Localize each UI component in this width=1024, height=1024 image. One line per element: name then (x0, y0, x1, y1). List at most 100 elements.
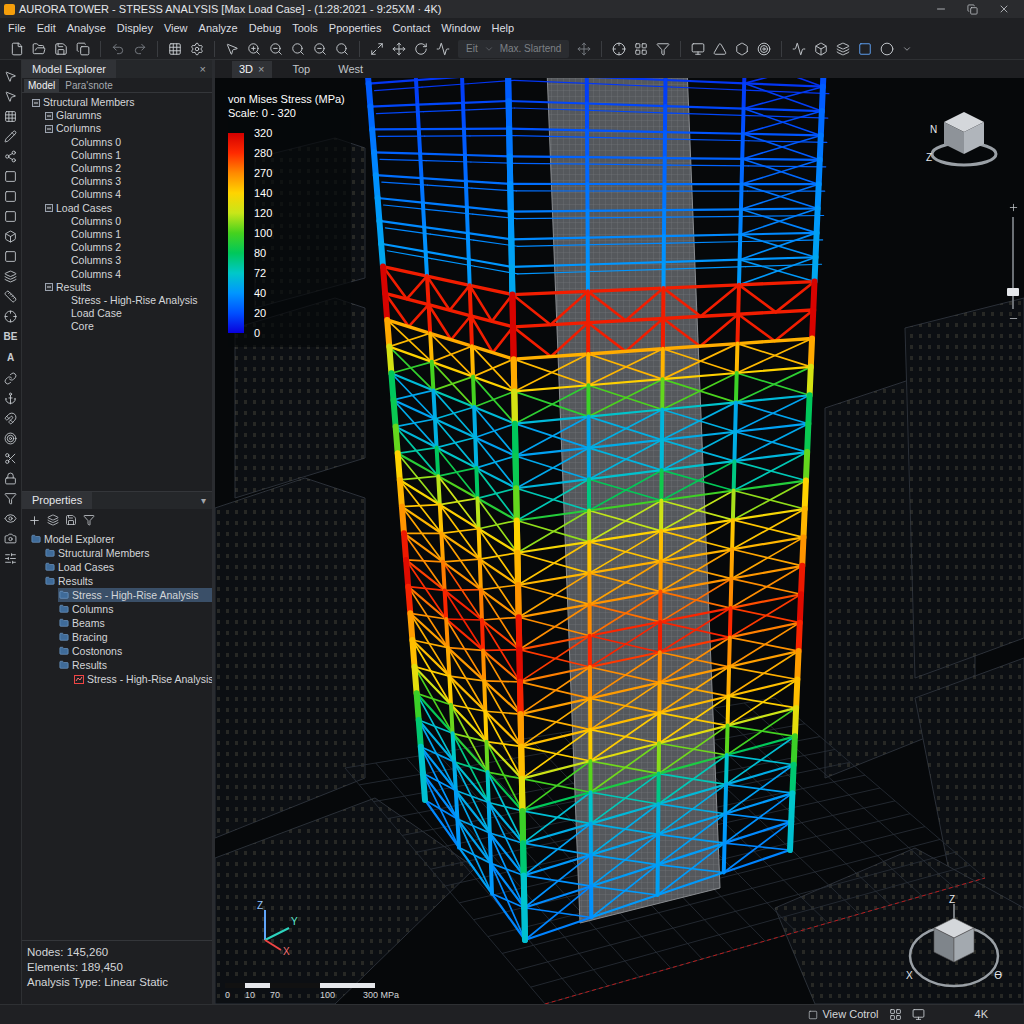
tree-row[interactable]: Columns (22, 602, 212, 616)
panel-close[interactable]: × (200, 61, 206, 78)
zoom-out-icon[interactable] (269, 42, 283, 56)
display-mode-icon[interactable] (912, 1008, 925, 1021)
pick-icon[interactable] (4, 90, 17, 103)
panel-tab[interactable]: Model (24, 79, 59, 92)
viewport-tab[interactable]: West (331, 61, 370, 78)
layout-grid-icon[interactable] (889, 1008, 902, 1021)
dropdown-icon[interactable] (484, 44, 494, 54)
settings-sliders-icon[interactable] (4, 552, 17, 565)
nav-cube[interactable]: ZXϴ (904, 892, 1004, 1000)
cut-icon[interactable] (4, 452, 17, 465)
tree-row[interactable]: Results (22, 574, 212, 588)
filter-icon[interactable] (4, 492, 17, 505)
menu-item[interactable]: Edit (37, 20, 56, 37)
tree-row[interactable]: Columns 2 (22, 241, 212, 254)
filter-icon[interactable] (656, 42, 670, 56)
circle-icon[interactable] (880, 42, 894, 56)
tree-row[interactable]: Columns 1 (22, 149, 212, 162)
orbit-icon[interactable] (414, 42, 428, 56)
zoom-prev-icon[interactable] (313, 42, 327, 56)
layout-icon[interactable] (634, 42, 648, 56)
snap-icon[interactable] (4, 412, 17, 425)
menu-item[interactable]: File (8, 20, 26, 37)
target-point-icon[interactable] (612, 42, 626, 56)
menu-item[interactable]: View (164, 20, 188, 37)
tree-row[interactable]: Columns 1 (22, 228, 212, 241)
tree-row[interactable]: Results (22, 281, 212, 294)
menu-item[interactable]: Analyze (199, 20, 238, 37)
view-control-icon[interactable] (808, 1010, 818, 1020)
graph-icon[interactable] (436, 42, 450, 56)
tool-glyph[interactable]: BE (4, 330, 18, 344)
zoom-window-icon[interactable] (291, 42, 305, 56)
grid-icon[interactable] (4, 110, 17, 123)
zoom-minus-icon[interactable] (1008, 313, 1019, 324)
support-icon[interactable] (4, 392, 17, 405)
tree-row[interactable]: Structural Members (22, 96, 212, 109)
zoom-track[interactable] (1012, 217, 1014, 309)
tree-row[interactable]: Columns 3 (22, 254, 212, 267)
tree-row[interactable]: Model Explorer (22, 532, 212, 546)
select-icon[interactable] (4, 70, 17, 83)
collapse-icon[interactable] (45, 283, 53, 291)
undo-icon[interactable] (111, 42, 125, 56)
frame-icon[interactable] (4, 190, 17, 203)
solid-icon[interactable] (4, 230, 17, 243)
redo-icon[interactable] (133, 42, 147, 56)
menu-item[interactable]: Debug (249, 20, 281, 37)
filter-icon[interactable] (83, 514, 95, 526)
visibility-icon[interactable] (4, 512, 17, 525)
section-icon[interactable] (735, 42, 749, 56)
zoom-fit-icon[interactable] (335, 42, 349, 56)
menu-item[interactable]: Help (491, 20, 514, 37)
view-square-icon[interactable] (858, 42, 872, 56)
store-icon[interactable] (65, 514, 77, 526)
tree-row[interactable]: Columns 4 (22, 188, 212, 201)
tree-row[interactable]: Columns 4 (22, 267, 212, 280)
tab-close[interactable]: × (258, 61, 264, 78)
lock-icon[interactable] (4, 472, 17, 485)
tree-row[interactable]: Beams (22, 616, 212, 630)
box-icon[interactable] (814, 42, 828, 56)
collapse-icon[interactable] (45, 125, 53, 133)
menu-item[interactable]: Ppoperties (329, 20, 382, 37)
panel-tab[interactable]: Para'snote (61, 79, 117, 92)
collapse-icon[interactable] (45, 204, 53, 212)
target-icon[interactable] (4, 432, 17, 445)
stack-icon[interactable] (47, 514, 59, 526)
pointer-icon[interactable] (225, 42, 239, 56)
tool-glyph[interactable]: A (7, 351, 14, 365)
tree-row[interactable]: Load Cases (22, 560, 212, 574)
add-icon[interactable] (28, 514, 41, 527)
tree-row[interactable]: Results (22, 658, 212, 672)
tree-row[interactable]: Stress - High-Rise Analysis (22, 294, 212, 307)
warning-icon[interactable] (713, 42, 727, 56)
save-all-icon[interactable] (76, 42, 90, 56)
viewport-canvas[interactable]: von Mises Stress (MPa)Scale: 0 - 3203202… (215, 78, 1024, 1004)
layers-icon[interactable] (4, 270, 17, 283)
tree-row[interactable]: Structural Members (22, 546, 212, 560)
extents-icon[interactable] (370, 42, 384, 56)
tree-row[interactable]: Columns 2 (22, 162, 212, 175)
restore-icon[interactable] (967, 4, 978, 15)
menu-item[interactable]: Window (441, 20, 480, 37)
collapse-icon[interactable] (32, 99, 40, 107)
tree-row[interactable]: Columns 3 (22, 175, 212, 188)
pan-icon[interactable] (392, 42, 406, 56)
zoom-in-icon[interactable] (247, 42, 261, 56)
tree-row[interactable]: Columns 0 (22, 215, 212, 228)
zoom-handle[interactable] (1007, 288, 1019, 296)
menu-item[interactable]: Contact (392, 20, 430, 37)
close-icon[interactable] (998, 3, 1010, 15)
tree-row[interactable]: Costonons (22, 644, 212, 658)
tree-row[interactable]: Glarumns (22, 109, 212, 122)
tree-row[interactable]: Load Case (22, 307, 212, 320)
panel-icon[interactable] (4, 210, 17, 223)
move-icon[interactable] (577, 42, 591, 56)
tree-row[interactable]: Stress - High-Rise Analysis (22, 672, 212, 686)
plate-icon[interactable] (4, 250, 17, 263)
pencil-icon[interactable] (4, 130, 17, 143)
display-icon[interactable] (691, 42, 705, 56)
zoom-plus-icon[interactable] (1008, 202, 1019, 213)
focus-icon[interactable] (757, 42, 771, 56)
